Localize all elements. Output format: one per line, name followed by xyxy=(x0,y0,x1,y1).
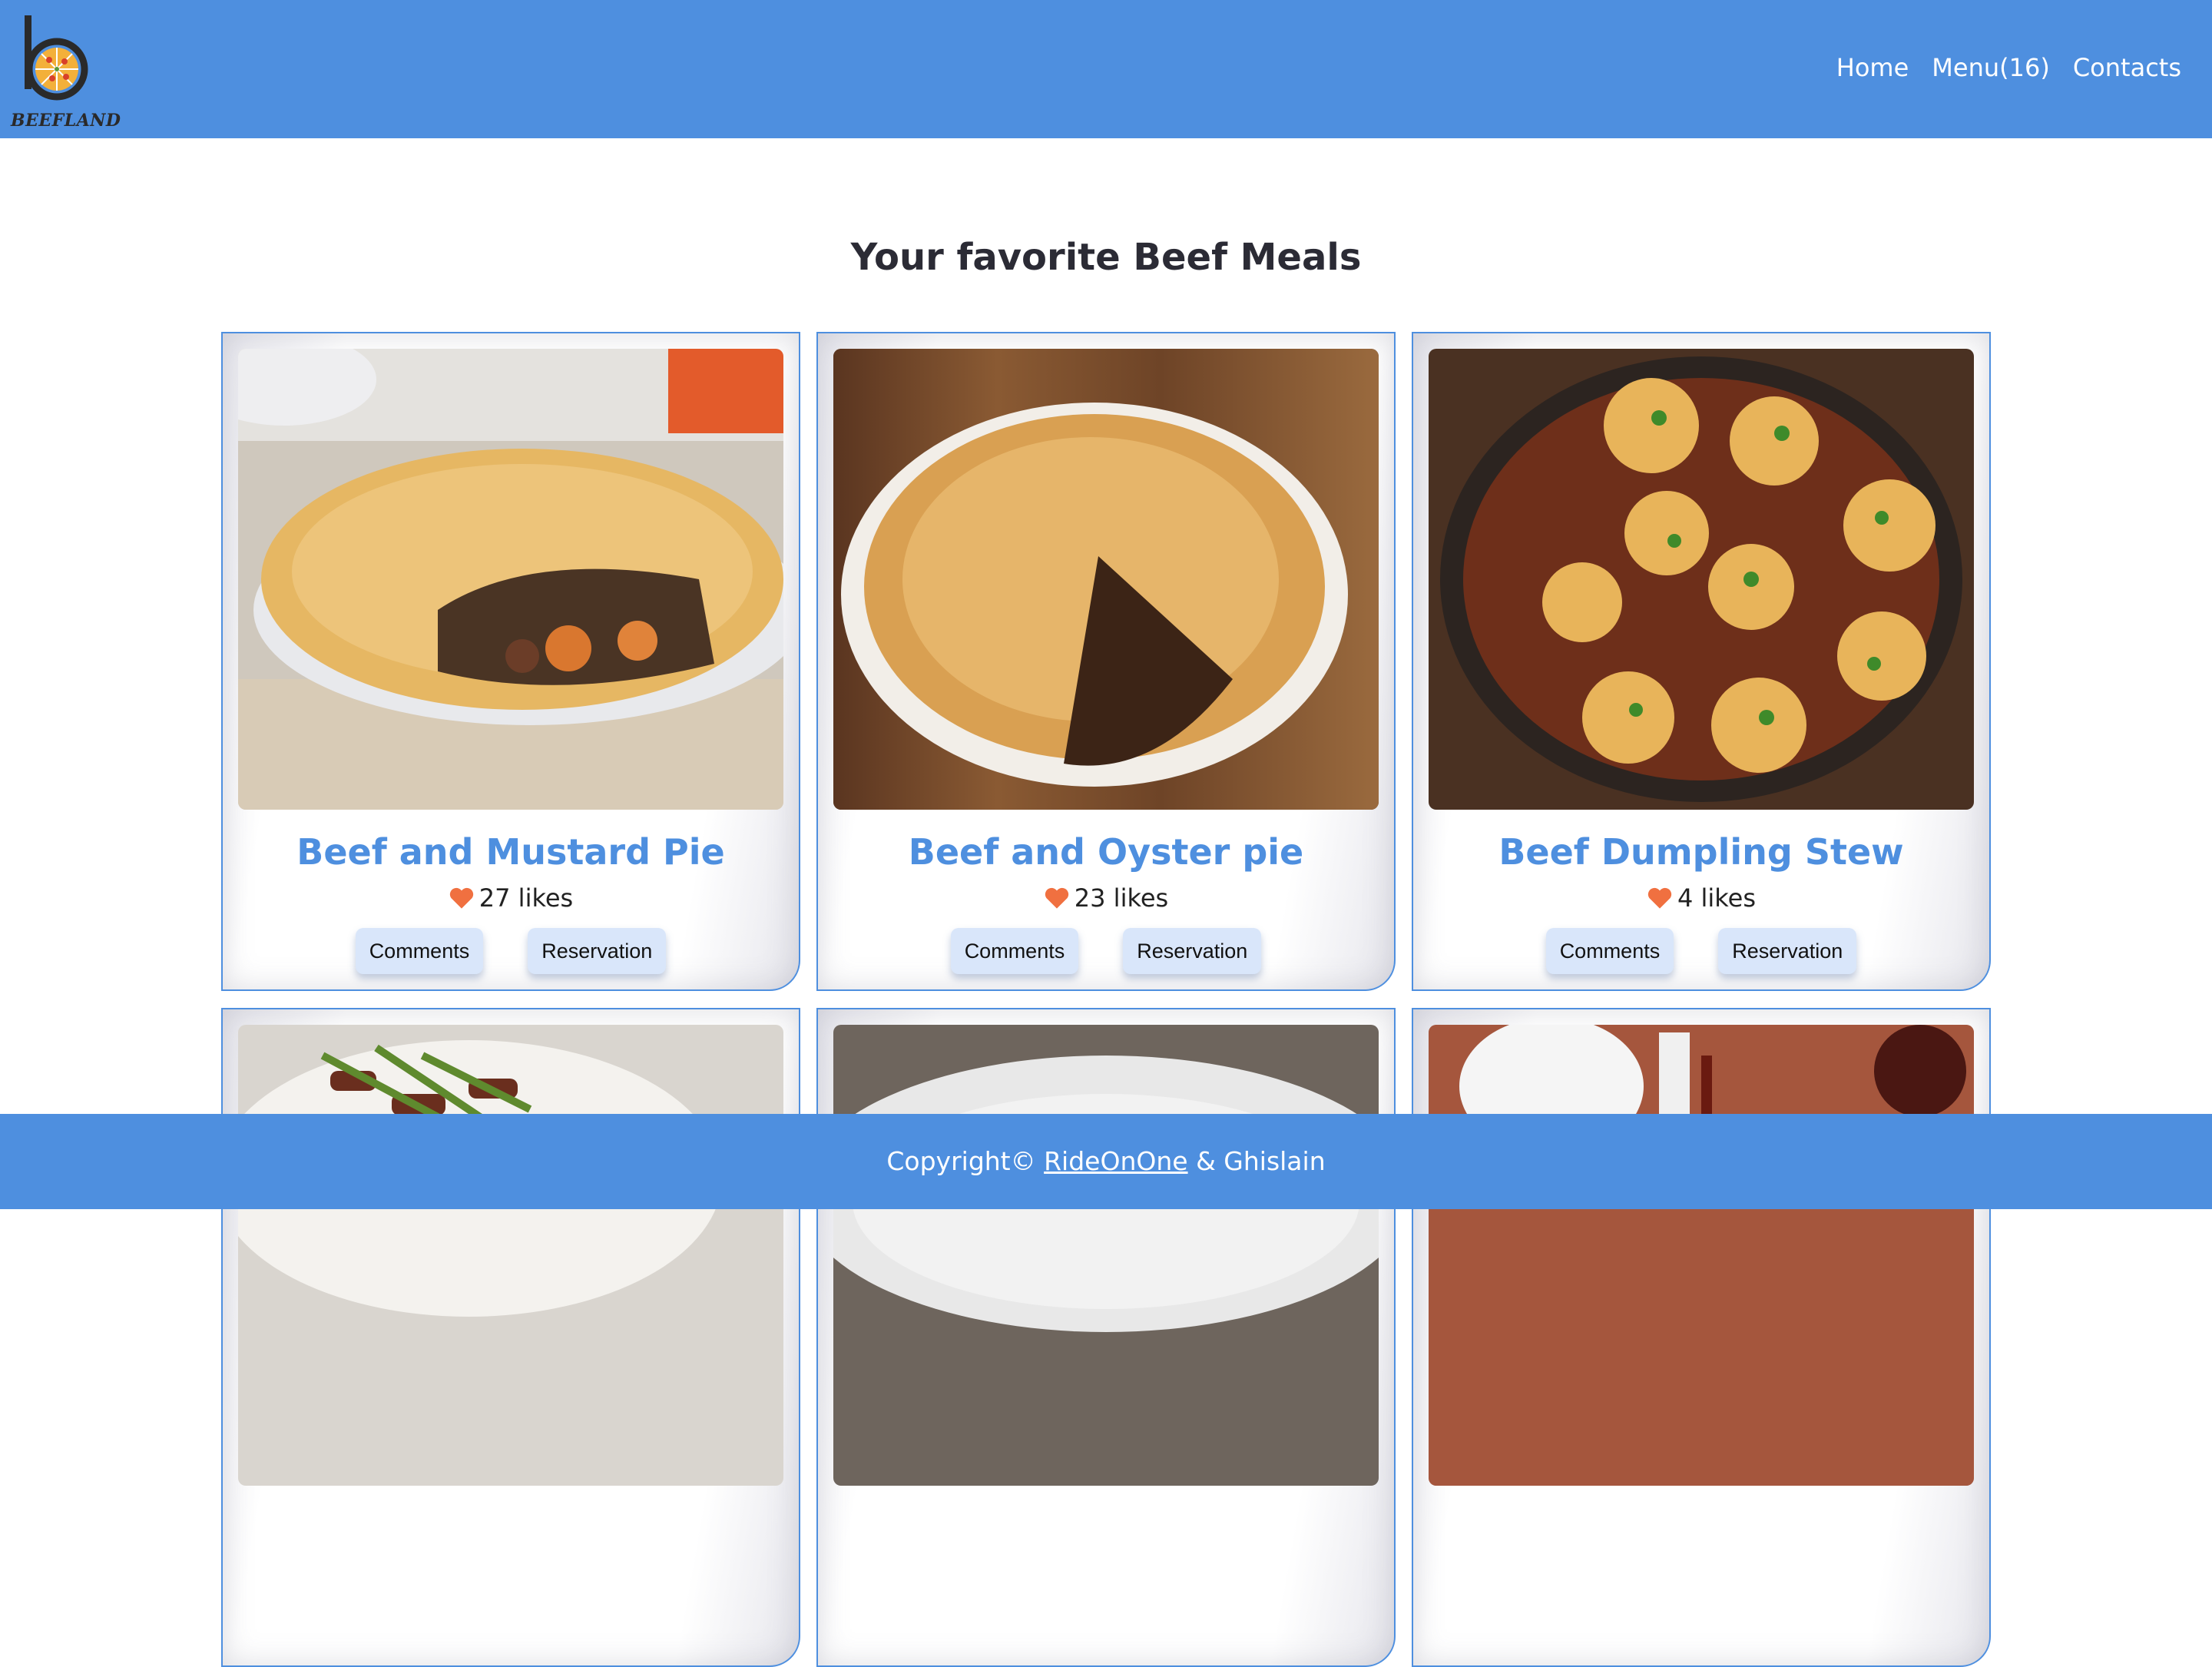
meal-card: Beef Dumpling Stew 4 likes Comments Rese… xyxy=(1412,332,1991,991)
logo-text: BEEFLAND xyxy=(11,111,121,131)
likes-counter: 27 likes xyxy=(223,879,799,917)
footer: Copyright© RideOnOne & Ghislain xyxy=(0,1114,2212,1209)
reservation-button[interactable]: Reservation xyxy=(528,928,667,974)
nav-home-link[interactable]: Home xyxy=(1836,49,1909,86)
card-actions: Comments Reservation xyxy=(1413,928,1989,974)
heart-icon[interactable] xyxy=(1044,887,1070,910)
likes-count: 4 likes xyxy=(1677,883,1757,913)
top-navbar: BEEFLAND Home Menu(16) Contacts xyxy=(0,0,2212,138)
meal-grid: Beef and Mustard Pie 27 likes Comments R… xyxy=(221,332,1991,1667)
likes-count: 23 likes xyxy=(1074,883,1169,913)
page-title: Your favorite Beef Meals xyxy=(850,236,1362,279)
meal-title: Beef Dumpling Stew xyxy=(1498,831,1904,873)
likes-counter: 23 likes xyxy=(818,879,1394,917)
comments-button[interactable]: Comments xyxy=(950,928,1079,974)
meal-card: Beef and Mustard Pie 27 likes Comments R… xyxy=(221,332,800,991)
meal-title: Beef and Mustard Pie xyxy=(296,831,725,873)
heart-icon[interactable] xyxy=(1647,887,1673,910)
card-actions: Comments Reservation xyxy=(818,928,1394,974)
nav-menu-link[interactable]: Menu(16) xyxy=(1932,49,2050,86)
logo-pizza-icon xyxy=(25,15,88,101)
meal-card: Beef and Oyster pie 23 likes Comments Re… xyxy=(816,332,1396,991)
meal-card xyxy=(816,1008,1396,1667)
heart-icon[interactable] xyxy=(449,887,475,910)
comments-button[interactable]: Comments xyxy=(355,928,484,974)
meal-card xyxy=(221,1008,800,1667)
meal-image[interactable] xyxy=(833,349,1379,810)
card-actions: Comments Reservation xyxy=(223,928,799,974)
comments-button[interactable]: Comments xyxy=(1545,928,1674,974)
meal-image[interactable] xyxy=(238,1025,783,1486)
meal-image[interactable] xyxy=(238,349,783,810)
meal-image[interactable] xyxy=(1429,349,1974,810)
main-nav: Home Menu(16) Contacts xyxy=(1836,49,2181,86)
meal-card xyxy=(1412,1008,1991,1667)
beefland-logo[interactable]: BEEFLAND xyxy=(9,12,121,131)
reservation-button[interactable]: Reservation xyxy=(1718,928,1857,974)
likes-count: 27 likes xyxy=(478,883,574,913)
meal-title: Beef and Oyster pie xyxy=(908,831,1304,873)
reservation-button[interactable]: Reservation xyxy=(1123,928,1262,974)
meal-image[interactable] xyxy=(833,1025,1379,1486)
author-text: & Ghislain xyxy=(1196,1146,1326,1176)
rideonone-link[interactable]: RideOnOne xyxy=(1044,1146,1187,1176)
copyright-text: Copyright© xyxy=(886,1146,1036,1176)
nav-contacts-link[interactable]: Contacts xyxy=(2073,49,2181,86)
likes-counter: 4 likes xyxy=(1413,879,1989,917)
meal-image[interactable] xyxy=(1429,1025,1974,1486)
